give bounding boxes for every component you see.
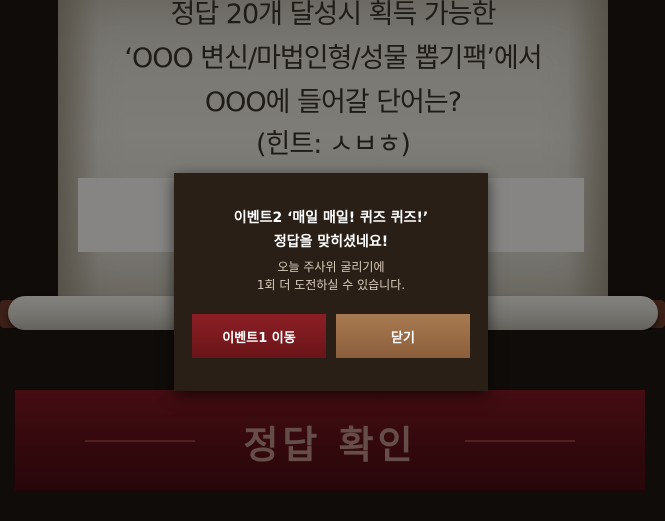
result-modal: 이벤트2 ‘매일 매일! 퀴즈 퀴즈!’ 정답을 맞히셨네요! 오늘 주사위 굴… xyxy=(174,173,488,391)
modal-title-line2: 정답을 맞히셨네요! xyxy=(273,234,389,250)
modal-text-line1: 오늘 주사위 굴리기에 xyxy=(277,260,385,274)
modal-title-line1: 이벤트2 ‘매일 매일! 퀴즈 퀴즈!’ xyxy=(233,210,429,226)
go-to-event1-button[interactable]: 이벤트1 이동 xyxy=(192,314,326,358)
modal-text-line2: 1회 더 도전하실 수 있습니다. xyxy=(256,278,406,292)
close-button[interactable]: 닫기 xyxy=(336,314,470,358)
